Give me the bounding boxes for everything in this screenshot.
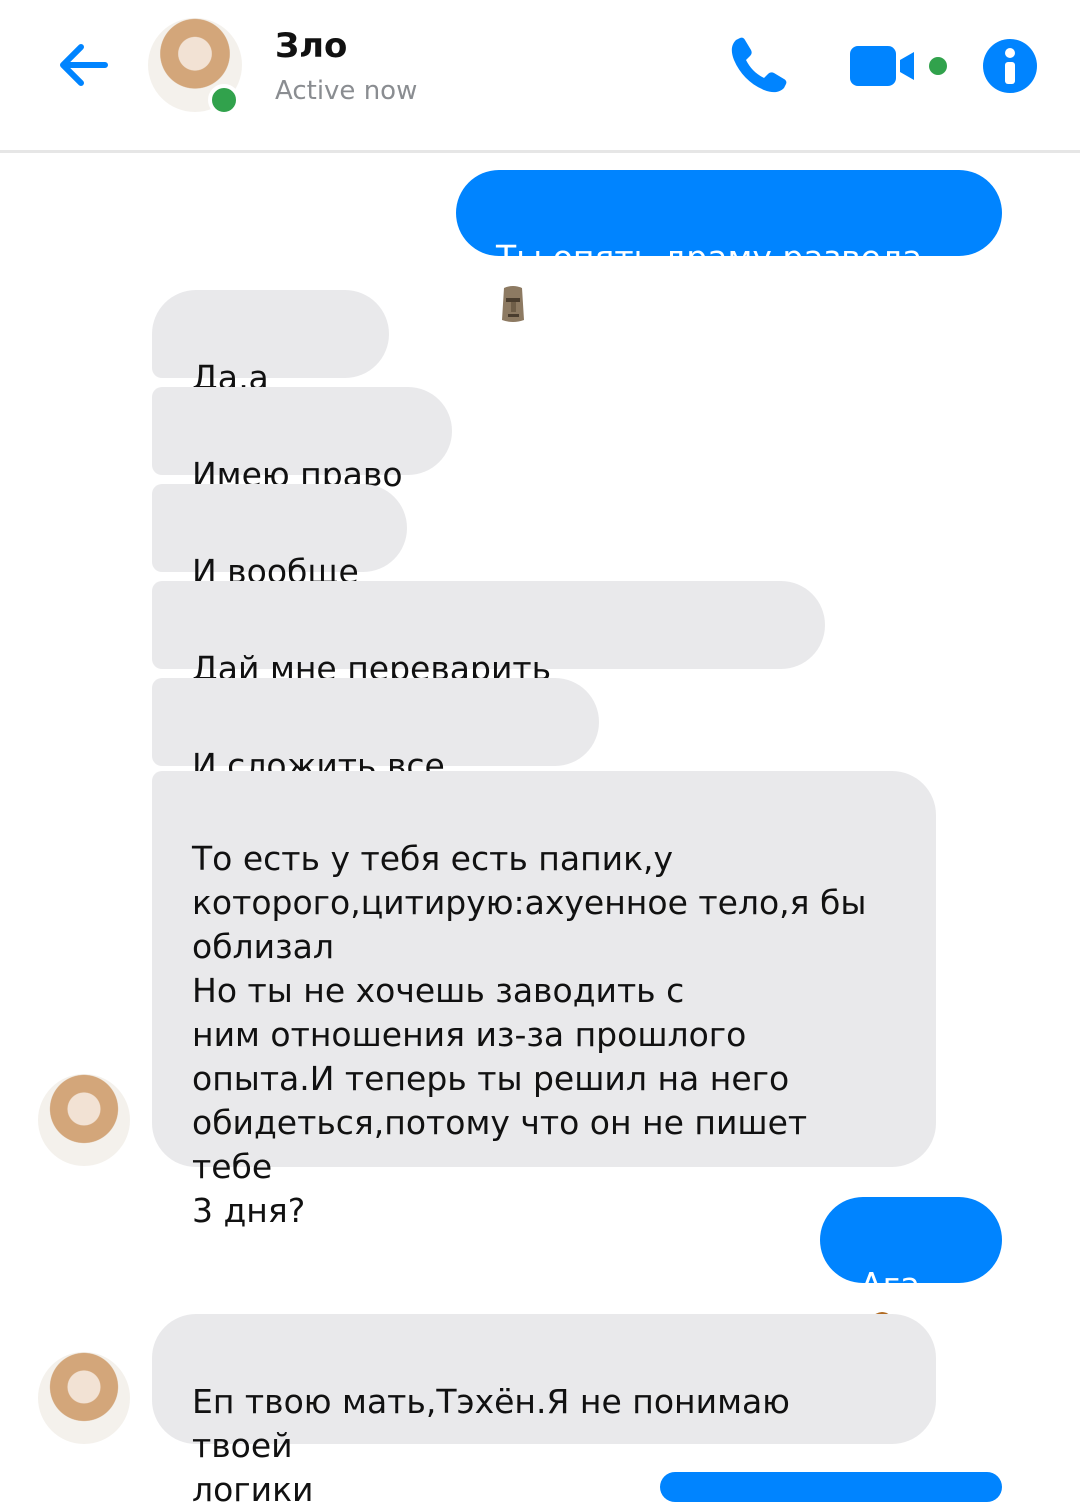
- message-incoming[interactable]: Да,а что?: [152, 290, 389, 441]
- video-camera-icon: [850, 46, 947, 86]
- back-arrow-icon: [60, 44, 108, 86]
- message-outgoing-partial[interactable]: [660, 1472, 1002, 1502]
- sender-avatar[interactable]: [38, 1074, 130, 1166]
- online-indicator: [208, 84, 240, 116]
- conversation-header: Зло Active now: [0, 0, 1080, 153]
- sender-avatar[interactable]: [38, 1352, 130, 1444]
- message-text: Ага: [860, 1265, 921, 1304]
- message-incoming[interactable]: Дай мне переварить информацию: [152, 581, 825, 732]
- video-call-button[interactable]: [848, 40, 954, 92]
- call-button[interactable]: [722, 30, 794, 102]
- info-icon: [983, 39, 1037, 93]
- message-incoming[interactable]: То есть у тебя есть папик,у которого,цит…: [152, 771, 936, 1230]
- contact-status: Active now: [275, 76, 418, 106]
- message-incoming[interactable]: Имею право: [152, 387, 452, 494]
- message-outgoing[interactable]: Ага: [820, 1197, 1002, 1351]
- message-incoming[interactable]: И вообще: [152, 484, 407, 591]
- message-text: То есть у тебя есть папик,у которого,цит…: [192, 839, 867, 1230]
- phone-icon: [731, 37, 787, 93]
- message-incoming[interactable]: И сложить все пазлы: [152, 678, 599, 829]
- contact-name[interactable]: Зло: [275, 26, 347, 66]
- message-incoming[interactable]: Еп твою мать,Тэхён.Я не понимаю твоей ло…: [152, 1314, 936, 1509]
- info-button[interactable]: [982, 38, 1038, 94]
- moai-emoji: [502, 285, 524, 322]
- back-button[interactable]: [48, 30, 118, 100]
- message-text: Ты опять драму развела: [496, 238, 923, 277]
- message-outgoing[interactable]: Ты опять драму развела: [456, 170, 1002, 322]
